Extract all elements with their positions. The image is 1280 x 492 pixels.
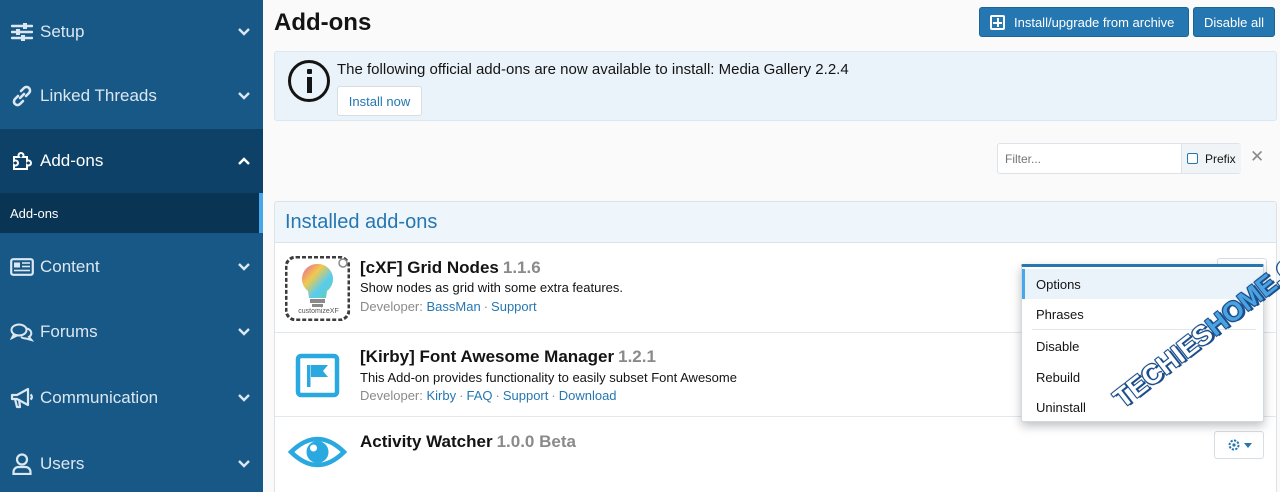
- chevron-up-icon: [238, 157, 250, 165]
- sidebar-subitem-label: Add-ons: [10, 205, 59, 221]
- addon-logo: [285, 343, 350, 408]
- addon-developer: Developer: Kirby · FAQ · Support · Download: [360, 388, 617, 403]
- menu-item-label: Phrases: [1036, 306, 1084, 322]
- chevron-down-icon: [238, 28, 250, 36]
- install-now-button[interactable]: Install now: [337, 86, 422, 116]
- disable-all-button[interactable]: Disable all: [1193, 7, 1275, 37]
- download-link[interactable]: Download: [559, 388, 617, 403]
- menu-item-phrases[interactable]: Phrases: [1022, 299, 1263, 329]
- support-link[interactable]: Support: [491, 299, 537, 314]
- developer-label: Developer:: [360, 299, 423, 314]
- newspaper-icon: [10, 255, 34, 279]
- menu-item-label: Disable: [1036, 338, 1080, 354]
- addon-logo: [285, 420, 350, 485]
- list-item: Activity Watcher 1.0.0 Beta: [275, 418, 1276, 492]
- page-title: Add-ons: [274, 9, 372, 36]
- puzzle-icon: [10, 149, 34, 173]
- developer-link[interactable]: BassMan: [427, 299, 481, 314]
- filter-input[interactable]: [998, 144, 1181, 173]
- prefix-label: Prefix: [1205, 151, 1236, 166]
- sidebar: Setup Linked Threads Add-ons Add-ons Con…: [0, 0, 263, 492]
- notice-message: The following official add-ons are now a…: [337, 61, 849, 78]
- addon-developer: Developer: BassMan · Support: [360, 299, 537, 314]
- sidebar-item-label: Setup: [40, 22, 85, 41]
- menu-item-label: Rebuild: [1036, 369, 1081, 385]
- addon-title: [cXF] Grid Nodes 1.1.6: [360, 258, 541, 278]
- menu-item-rebuild[interactable]: Rebuild: [1022, 362, 1263, 392]
- support-link[interactable]: Support: [503, 388, 549, 403]
- clear-filter-icon[interactable]: ✕: [1250, 148, 1264, 165]
- main-content: Add-ons Install/upgrade from archive Dis…: [263, 0, 1280, 492]
- chevron-down-icon: [238, 92, 250, 100]
- developer-label: Developer:: [360, 388, 423, 403]
- addon-description: This Add-on provides functionality to ea…: [360, 370, 737, 385]
- sidebar-item-add-ons[interactable]: Add-ons: [0, 129, 263, 193]
- sidebar-item-setup[interactable]: Setup: [0, 0, 263, 64]
- plus-square-icon: [990, 14, 1005, 30]
- sidebar-item-forums[interactable]: Forums: [0, 300, 263, 364]
- chevron-down-icon: [238, 394, 250, 402]
- comments-icon: [10, 320, 34, 344]
- link-icon: [10, 84, 34, 108]
- eye-icon: [287, 436, 348, 468]
- sidebar-item-label: Forums: [40, 322, 98, 341]
- sidebar-item-linked-threads[interactable]: Linked Threads: [0, 64, 263, 128]
- sidebar-item-content[interactable]: Content: [0, 235, 263, 299]
- sidebar-item-label: Communication: [40, 388, 159, 407]
- menu-item-label: Uninstall: [1036, 399, 1086, 415]
- sidebar-item-label: Add-ons: [40, 151, 104, 170]
- install-now-label: Install now: [348, 93, 411, 109]
- menu-item-label: Options: [1036, 276, 1081, 292]
- addon-options-menu: Options Phrases Disable Rebuild Uninstal…: [1021, 264, 1264, 422]
- addon-title: Activity Watcher 1.0.0 Beta: [360, 432, 576, 452]
- sidebar-item-label: Users: [40, 454, 85, 473]
- sidebar-subitem-add-ons[interactable]: Add-ons: [0, 193, 263, 233]
- addon-version: 1.0.0 Beta: [496, 432, 576, 451]
- menu-item-disable[interactable]: Disable: [1022, 331, 1263, 361]
- disable-all-label: Disable all: [1204, 14, 1264, 30]
- gear-icon: [1228, 439, 1239, 451]
- menu-divider: [1032, 329, 1256, 330]
- checkbox-icon: [1187, 153, 1198, 164]
- addon-version: 1.1.6: [502, 258, 541, 277]
- caret-down-icon: [1243, 442, 1252, 448]
- chevron-down-icon: [238, 460, 250, 468]
- addon-title-text: [Kirby] Font Awesome Manager: [360, 347, 615, 366]
- addon-description: Show nodes as grid with some extra featu…: [360, 280, 624, 295]
- addon-title: [Kirby] Font Awesome Manager 1.2.1: [360, 347, 656, 367]
- menu-item-uninstall[interactable]: Uninstall: [1022, 392, 1263, 422]
- developer-link[interactable]: Kirby: [427, 388, 457, 403]
- menu-item-options[interactable]: Options: [1022, 269, 1263, 299]
- sidebar-item-label: Linked Threads: [40, 86, 157, 105]
- install-upgrade-label: Install/upgrade from archive: [1014, 14, 1175, 30]
- installed-addons-heading: Installed add-ons: [275, 202, 1276, 243]
- chevron-down-icon: [238, 263, 250, 271]
- sidebar-item-communication[interactable]: Communication: [0, 366, 263, 430]
- user-icon: [10, 452, 34, 476]
- official-addons-notice: The following official add-ons are now a…: [274, 51, 1277, 121]
- sliders-icon: [10, 20, 34, 44]
- addon-title-text: [cXF] Grid Nodes: [360, 258, 499, 277]
- addon-title-text: Activity Watcher: [360, 432, 493, 451]
- info-circle-icon: [288, 60, 330, 102]
- chevron-down-icon: [238, 328, 250, 336]
- addon-options-button[interactable]: [1214, 431, 1264, 459]
- prefix-checkbox[interactable]: Prefix: [1181, 144, 1241, 173]
- filter-bar: Prefix: [997, 143, 1241, 174]
- addon-version: 1.2.1: [618, 347, 656, 366]
- sidebar-item-label: Content: [40, 257, 100, 276]
- sidebar-item-users[interactable]: Users: [0, 432, 263, 492]
- megaphone-icon: [10, 386, 34, 410]
- install-upgrade-button[interactable]: Install/upgrade from archive: [979, 7, 1189, 37]
- addon-logo-text: customizeXF: [298, 308, 339, 315]
- faq-link[interactable]: FAQ: [466, 388, 492, 403]
